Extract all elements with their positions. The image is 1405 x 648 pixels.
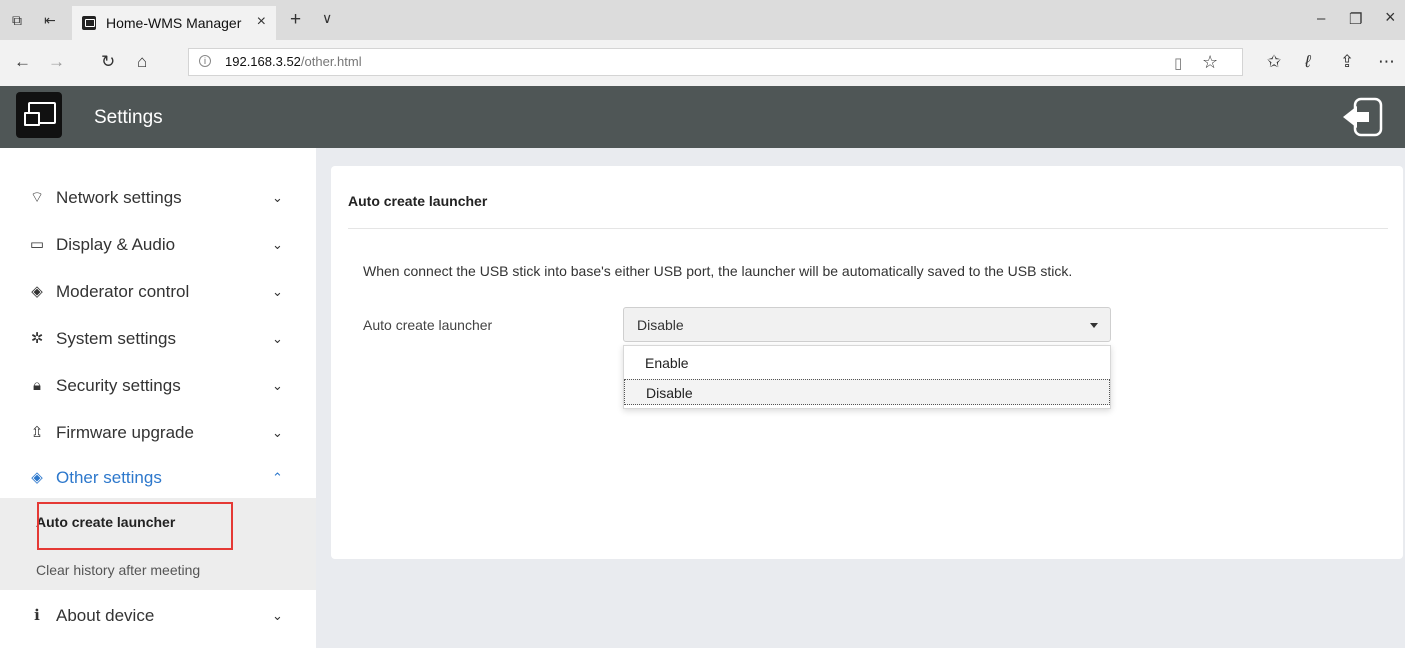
section-description: When connect the USB stick into base's e… [363,263,1073,279]
browser-address-row: ← → ↻ ⌂ i 192.168.3.52/other.html ▯ ☆ ✩ … [0,40,1405,86]
settings-card: Auto create launcher When connect the US… [331,166,1403,559]
chevron-down-icon: ⌄ [272,378,283,393]
browser-tab[interactable]: Home-WMS Manager × [72,6,276,40]
monitor-icon: ▭ [29,236,45,253]
set-aside-tabs-icon[interactable]: ⇤ [44,12,56,28]
sidebar-item-label: Firmware upgrade [56,423,194,442]
auto-create-launcher-select[interactable]: Disable [623,307,1111,342]
site-info-icon[interactable]: i [199,55,211,67]
sidebar-item-system-settings[interactable]: ✲ System settings ⌄ [0,319,316,359]
more-icon[interactable]: ⋯ [1378,52,1395,72]
home-icon[interactable]: ⌂ [137,53,147,71]
gear-icon: ✲ [30,330,44,347]
favorite-star-icon[interactable]: ☆ [1202,52,1218,73]
chevron-down-icon: ⌄ [272,608,283,623]
sidebar-item-label: Moderator control [56,282,190,301]
sidebar-item-other-settings[interactable]: ◈ Other settings ⌃ [0,458,316,498]
minimize-icon[interactable]: – [1317,10,1325,27]
chevron-down-icon: ⌄ [272,237,283,252]
auto-create-launcher-label: Auto create launcher [363,317,493,333]
option-enable[interactable]: Enable [624,350,1110,376]
submenu-item-clear-history[interactable]: Clear history after meeting [36,562,200,578]
sidebar-item-display-audio[interactable]: ▭ Display & Audio ⌄ [0,225,316,265]
url-host: 192.168.3.52 [225,54,301,69]
diamond-icon: ◈ [31,469,43,486]
chevron-down-icon: ⌄ [272,190,283,205]
app-title: Settings [94,107,163,128]
sidebar-item-firmware-upgrade[interactable]: ⇫ Firmware upgrade ⌄ [0,413,316,453]
forward-icon[interactable]: → [48,53,65,71]
notes-pen-icon[interactable]: ℓ [1305,52,1311,72]
tab-close-icon[interactable]: × [257,13,266,31]
upload-icon: ⇫ [30,424,44,441]
divider [348,228,1388,229]
select-value: Disable [637,317,684,333]
reading-view-icon[interactable]: ▯ [1174,54,1182,72]
section-title: Auto create launcher [348,193,488,209]
new-tab-button[interactable]: + [290,9,301,31]
share-icon[interactable]: ⇪ [1340,52,1354,72]
url-text[interactable]: 192.168.3.52/other.html [225,54,362,69]
tab-title: Home-WMS Manager [106,15,242,31]
wifi-icon: ⌔ [29,189,45,206]
tab-actions-icon[interactable]: ⧉ [12,12,22,28]
diamond-icon: ◈ [31,283,43,300]
sidebar-item-moderator-control[interactable]: ◈ Moderator control ⌄ [0,272,316,312]
option-disable[interactable]: Disable [624,379,1110,405]
info-icon: ℹ [34,607,40,624]
site-favicon-icon [82,16,96,30]
logout-icon[interactable] [1341,96,1385,138]
sidebar-item-label: Network settings [56,188,182,207]
refresh-icon[interactable]: ↻ [101,53,115,71]
browser-tab-strip: ⧉ ⇤ Home-WMS Manager × + ∨ – ❐ × [0,0,1405,40]
app-header: Settings [0,86,1405,148]
sidebar-item-label: About device [56,606,155,625]
address-bar[interactable]: i 192.168.3.52/other.html ▯ ☆ [188,48,1243,76]
sidebar-item-label: Other settings [56,468,162,487]
sidebar-item-label: System settings [56,329,176,348]
chevron-down-icon: ⌄ [272,331,283,346]
select-dropdown: Enable Disable [623,345,1111,409]
chevron-up-icon: ⌃ [272,470,283,485]
favorites-hub-icon[interactable]: ✩ [1267,52,1281,72]
sidebar-item-label: Display & Audio [56,235,176,254]
sidebar-item-network-settings[interactable]: ⌔ Network settings ⌄ [0,178,316,218]
sidebar-item-security-settings[interactable]: 🔒︎ Security settings ⌄ [0,366,316,406]
lock-icon: 🔒︎ [33,377,41,394]
sidebar-item-label: Security settings [56,376,181,395]
tab-preview-chevron-icon[interactable]: ∨ [322,10,332,27]
chevron-down-icon: ⌄ [272,284,283,299]
chevron-down-icon: ⌄ [272,425,283,440]
sidebar-item-about-device[interactable]: ℹ About device ⌄ [0,596,316,636]
url-path: /other.html [300,54,362,69]
back-icon[interactable]: ← [14,53,31,71]
sidebar: ⌔ Network settings ⌄ ▭ Display & Audio ⌄… [0,148,316,648]
restore-icon[interactable]: ❐ [1349,10,1362,28]
window-close-icon[interactable]: × [1385,7,1396,28]
caret-down-icon [1090,323,1098,328]
app-logo-icon [16,92,62,138]
highlight-annotation-box [37,502,233,550]
